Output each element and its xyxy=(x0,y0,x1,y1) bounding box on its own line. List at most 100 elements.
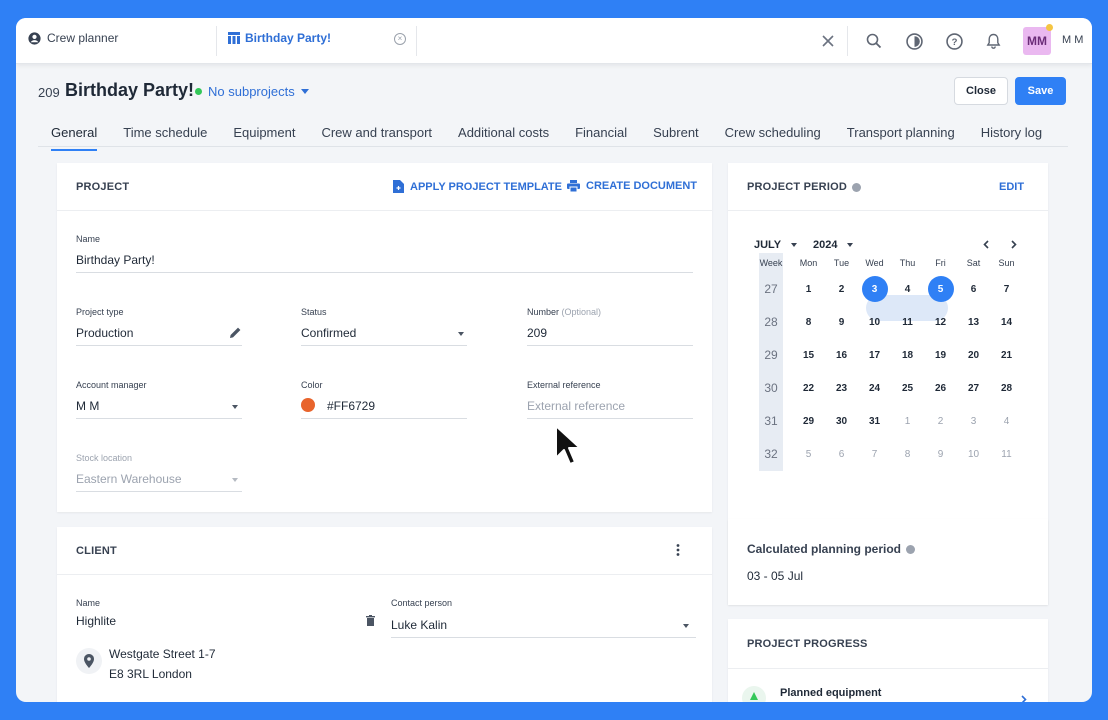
calendar-day[interactable]: 1 xyxy=(792,284,825,295)
calendar-day-label: 28 xyxy=(1000,383,1013,394)
client-name-field[interactable]: Highlite xyxy=(76,614,116,628)
user-name[interactable]: M M xyxy=(1062,34,1083,46)
color-field[interactable]: #FF6729 xyxy=(327,399,375,413)
calendar-day[interactable]: 4 xyxy=(990,416,1023,427)
tab-general[interactable]: General xyxy=(51,125,98,151)
calendar-day[interactable]: 28 xyxy=(990,383,1023,394)
tab-crew-planner[interactable]: Crew planner xyxy=(28,31,118,45)
apply-template-button[interactable]: APPLY PROJECT TEMPLATE xyxy=(393,180,562,193)
number-field[interactable]: 209 xyxy=(527,326,547,340)
calendar-day[interactable]: 10 xyxy=(858,317,891,328)
create-document-button[interactable]: CREATE DOCUMENT xyxy=(567,180,697,192)
calendar-day[interactable]: 22 xyxy=(792,383,825,394)
calendar-day[interactable]: 1 xyxy=(891,416,924,427)
calendar-day[interactable]: 15 xyxy=(792,350,825,361)
calendar-day[interactable]: 9 xyxy=(924,449,957,460)
calendar-day[interactable]: 9 xyxy=(825,317,858,328)
weekday-label: Fri xyxy=(935,258,946,268)
bell-icon[interactable] xyxy=(983,31,1003,51)
tab-close-icon[interactable]: × xyxy=(394,33,406,45)
calendar-day[interactable]: 19 xyxy=(924,350,957,361)
calendar-day[interactable]: 30 xyxy=(825,416,858,427)
calendar-day[interactable]: 2 xyxy=(924,416,957,427)
edit-period-button[interactable]: EDIT xyxy=(999,181,1024,193)
tab-financial[interactable]: Financial xyxy=(575,125,627,151)
calendar-day[interactable]: 11 xyxy=(891,317,924,328)
calendar-day[interactable]: 4 xyxy=(891,284,924,295)
stock-location-label: Stock location xyxy=(76,453,133,463)
pencil-icon[interactable] xyxy=(230,327,241,338)
external-reference-input[interactable]: External reference xyxy=(527,399,625,413)
chevron-right-icon[interactable] xyxy=(1021,695,1027,702)
calendar-day[interactable]: 3 xyxy=(957,416,990,427)
printer-icon xyxy=(567,180,580,192)
calendar-day[interactable]: 20 xyxy=(957,350,990,361)
calendar-day[interactable]: 17 xyxy=(858,350,891,361)
field-underline xyxy=(76,418,242,419)
calendar-day[interactable]: 5 xyxy=(792,449,825,460)
calendar-day-label: 11 xyxy=(902,317,913,328)
project-number: 209 xyxy=(38,85,60,100)
subprojects-dropdown[interactable]: No subprojects xyxy=(208,84,309,99)
calendar-day[interactable]: 16 xyxy=(825,350,858,361)
contact-person-select[interactable]: Luke Kalin xyxy=(391,618,447,632)
avatar[interactable]: MM xyxy=(1023,27,1051,55)
calendar-day[interactable]: 6 xyxy=(957,284,990,295)
tab-crew-planner-label: Crew planner xyxy=(47,31,119,45)
status-select[interactable]: Confirmed xyxy=(301,326,356,340)
tab-history-log[interactable]: History log xyxy=(981,125,1042,151)
info-icon[interactable] xyxy=(852,182,861,192)
planned-equipment-label[interactable]: Planned equipment xyxy=(780,687,881,699)
tab-project[interactable]: Birthday Party! xyxy=(228,31,331,45)
tab-time-schedule[interactable]: Time schedule xyxy=(123,125,207,151)
calendar-day[interactable]: 12 xyxy=(924,317,957,328)
tab-transport-planning[interactable]: Transport planning xyxy=(847,125,955,151)
page-title: Birthday Party! xyxy=(65,80,195,100)
name-field[interactable]: Birthday Party! xyxy=(76,253,155,267)
calendar-day[interactable]: 24 xyxy=(858,383,891,394)
calendar-day[interactable]: 7 xyxy=(990,284,1023,295)
tab-additional-costs[interactable]: Additional costs xyxy=(458,125,549,151)
calendar-day[interactable]: 5 xyxy=(924,276,957,302)
search-icon[interactable] xyxy=(864,31,884,51)
calendar-day[interactable]: 25 xyxy=(891,383,924,394)
calendar-day[interactable]: 8 xyxy=(891,449,924,460)
close-icon[interactable] xyxy=(818,31,838,51)
calendar-day[interactable]: 31 xyxy=(858,416,891,427)
calendar-day[interactable]: 2 xyxy=(825,284,858,295)
year-select[interactable]: 2024 xyxy=(813,239,854,251)
help-icon[interactable]: ? xyxy=(944,31,964,51)
tab-equipment[interactable]: Equipment xyxy=(233,125,295,151)
tab-crew-and-transport[interactable]: Crew and transport xyxy=(321,125,432,151)
calendar-day[interactable]: 6 xyxy=(825,449,858,460)
theme-icon[interactable] xyxy=(904,31,924,51)
calendar-day-label: 8 xyxy=(805,317,812,328)
info-icon[interactable] xyxy=(906,544,916,554)
chevron-right-icon[interactable] xyxy=(1011,240,1017,249)
calendar-day[interactable]: 18 xyxy=(891,350,924,361)
calendar-day[interactable]: 21 xyxy=(990,350,1023,361)
calendar-day[interactable]: 7 xyxy=(858,449,891,460)
calendar-day[interactable]: 29 xyxy=(792,416,825,427)
calendar-day[interactable]: 14 xyxy=(990,317,1023,328)
calendar-day[interactable]: 26 xyxy=(924,383,957,394)
month-label: JULY xyxy=(754,239,782,251)
calendar-day[interactable]: 23 xyxy=(825,383,858,394)
month-select[interactable]: JULY xyxy=(754,239,798,251)
calendar-day[interactable]: 13 xyxy=(957,317,990,328)
tab-crew-scheduling[interactable]: Crew scheduling xyxy=(725,125,821,151)
calendar-day[interactable]: 10 xyxy=(957,449,990,460)
trash-icon[interactable] xyxy=(366,615,375,626)
color-swatch[interactable] xyxy=(301,398,315,412)
calendar-day[interactable]: 11 xyxy=(990,449,1023,460)
calendar-day[interactable]: 8 xyxy=(792,317,825,328)
more-vertical-icon[interactable] xyxy=(676,544,680,556)
tab-subrent[interactable]: Subrent xyxy=(653,125,699,151)
account-manager-select[interactable]: M M xyxy=(76,399,99,413)
calendar-day[interactable]: 27 xyxy=(957,383,990,394)
calendar-day[interactable]: 3 xyxy=(858,276,891,302)
close-button[interactable]: Close xyxy=(954,77,1008,105)
chevron-left-icon[interactable] xyxy=(983,240,989,249)
save-button[interactable]: Save xyxy=(1015,77,1066,105)
project-type-field[interactable]: Production xyxy=(76,326,133,340)
